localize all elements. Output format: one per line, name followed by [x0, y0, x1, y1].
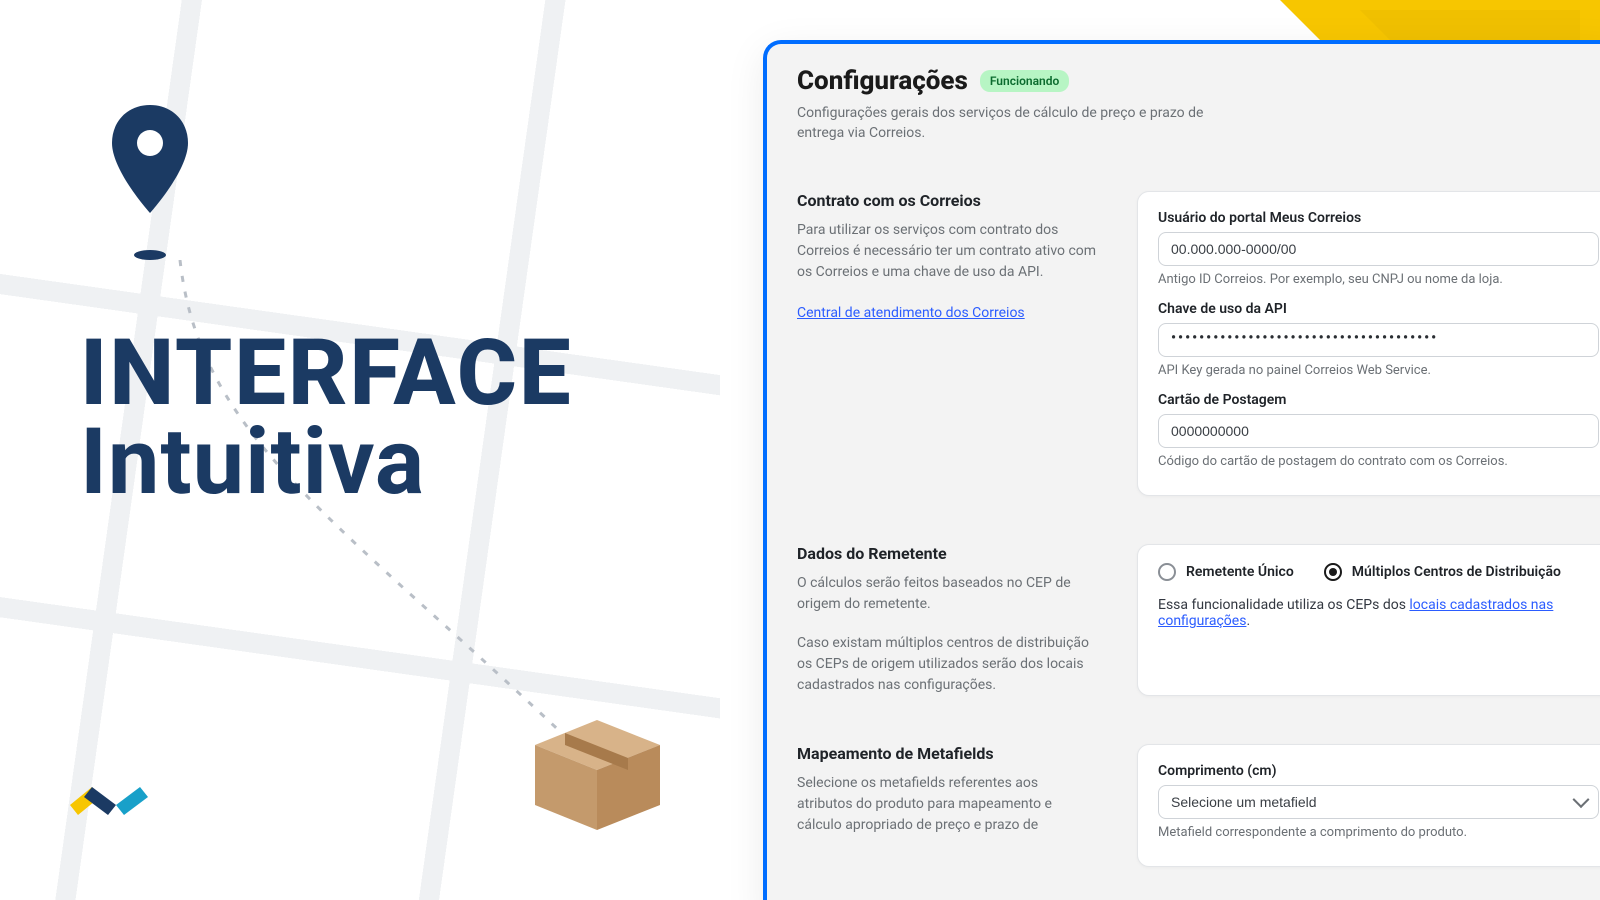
- radio-dot-icon: [1158, 563, 1176, 581]
- metafields-title: Mapeamento de Metafields: [797, 744, 1097, 763]
- api-key-input[interactable]: ••••••••••••••••••••••••••••••••••••••: [1158, 323, 1599, 357]
- sender-note: Essa funcionalidade utiliza os CEPs dos …: [1158, 597, 1599, 629]
- map-pin-icon: [110, 105, 190, 265]
- status-badge: Funcionando: [980, 70, 1069, 92]
- page-title: Configurações: [797, 66, 968, 96]
- metafields-card: Comprimento (cm) Selecione um metafield …: [1137, 744, 1600, 867]
- contract-description: Para utilizar os serviços com contrato d…: [797, 220, 1097, 283]
- page-subtitle: Configurações gerais dos serviços de cál…: [797, 104, 1217, 143]
- correios-logo-icon: [70, 775, 150, 835]
- sender-desc-2: Caso existam múltiplos centros de distri…: [797, 633, 1097, 696]
- user-label: Usuário do portal Meus Correios: [1158, 210, 1599, 226]
- sender-note-suffix: .: [1246, 613, 1250, 629]
- section-contract: Contrato com os Correios Para utilizar o…: [797, 191, 1600, 496]
- section-sender: Dados do Remetente O cálculos serão feit…: [797, 544, 1600, 696]
- posting-card-input[interactable]: [1158, 414, 1599, 448]
- settings-panel: Configurações Funcionando Configurações …: [763, 40, 1600, 900]
- api-key-label: Chave de uso da API: [1158, 301, 1599, 317]
- sender-note-prefix: Essa funcionalidade utiliza os CEPs dos: [1158, 597, 1409, 613]
- section-metafields: Mapeamento de Metafields Selecione os me…: [797, 744, 1600, 867]
- user-help: Antigo ID Correios. Por exemplo, seu CNP…: [1158, 272, 1599, 287]
- sender-card: Remetente Único Múltiplos Centros de Dis…: [1137, 544, 1600, 696]
- radio-dot-filled-icon: [1324, 563, 1342, 581]
- metafields-description: Selecione os metafields referentes aos a…: [797, 773, 1097, 836]
- radio-multi-label: Múltiplos Centros de Distribuição: [1352, 564, 1561, 580]
- posting-card-help: Código do cartão de postagem do contrato…: [1158, 454, 1599, 469]
- api-key-help: API Key gerada no painel Correios Web Se…: [1158, 363, 1599, 378]
- radio-multi-centers[interactable]: Múltiplos Centros de Distribuição: [1324, 563, 1561, 581]
- hero-line-1: INTERFACE: [80, 330, 573, 417]
- package-box-icon: [525, 710, 670, 830]
- contract-title: Contrato com os Correios: [797, 191, 1097, 210]
- radio-single-sender[interactable]: Remetente Único: [1158, 563, 1294, 581]
- user-input[interactable]: [1158, 232, 1599, 266]
- radio-single-label: Remetente Único: [1186, 564, 1294, 580]
- length-label: Comprimento (cm): [1158, 763, 1599, 779]
- contract-help-link[interactable]: Central de atendimento dos Correios: [797, 305, 1025, 321]
- sender-desc-1: O cálculos serão feitos baseados no CEP …: [797, 573, 1097, 615]
- contract-card: Usuário do portal Meus Correios Antigo I…: [1137, 191, 1600, 496]
- length-select[interactable]: Selecione um metafield: [1158, 785, 1599, 819]
- sender-title: Dados do Remetente: [797, 544, 1097, 563]
- posting-card-label: Cartão de Postagem: [1158, 392, 1599, 408]
- length-help: Metafield correspondente a comprimento d…: [1158, 825, 1599, 840]
- hero-line-2: Intuitiva: [80, 417, 573, 509]
- hero-area: INTERFACE Intuitiva: [0, 0, 720, 900]
- hero-headline: INTERFACE Intuitiva: [80, 330, 573, 509]
